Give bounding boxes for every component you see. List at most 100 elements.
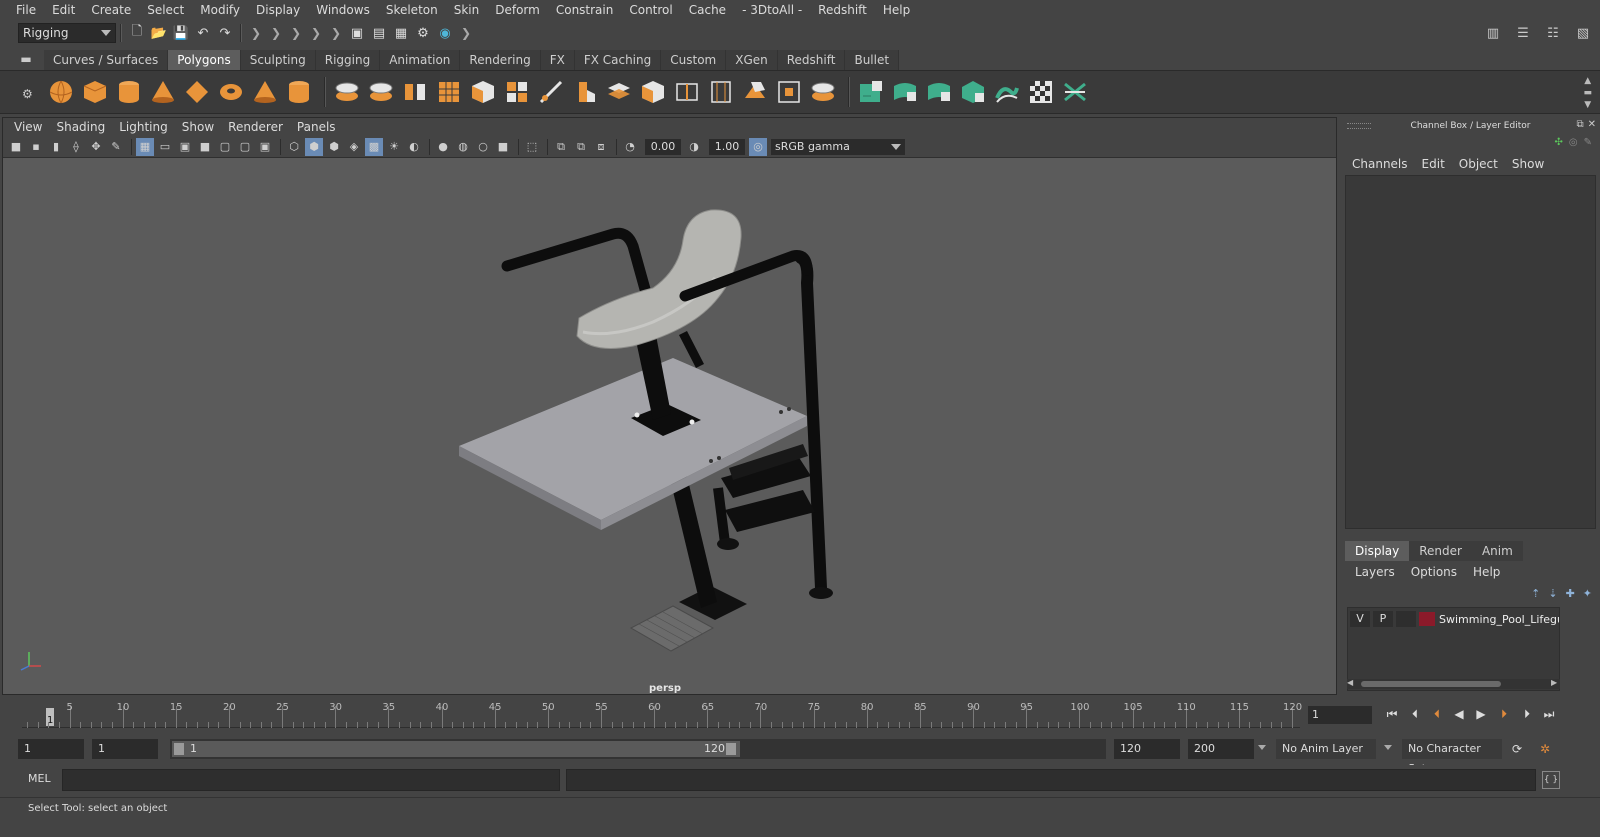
gamma-icon[interactable]: ◑ (685, 138, 703, 156)
layer-name[interactable]: Swimming_Pool_Lifegua (1439, 613, 1559, 626)
new-layer-selected-icon[interactable]: ✦ (1583, 587, 1592, 600)
render-frame-icon[interactable]: ▤ (370, 24, 388, 42)
xray-joints-icon[interactable]: ⧉ (552, 138, 570, 156)
lights-icon[interactable]: ☀ (385, 138, 403, 156)
viewport-menu-panels[interactable]: Panels (290, 120, 343, 134)
safe-action-icon[interactable]: ▢ (236, 138, 254, 156)
viewport-menu-view[interactable]: View (7, 120, 49, 134)
attribute-editor-toggle-icon[interactable]: ☰ (1514, 24, 1532, 42)
quad-draw-icon[interactable] (604, 77, 634, 107)
collapse-handle-icon[interactable]: ❯ (251, 24, 261, 42)
menu-windows[interactable]: Windows (308, 0, 378, 20)
shelf-tab-custom[interactable]: Custom (661, 50, 727, 70)
layer-editor-tab-display[interactable]: Display (1345, 541, 1410, 561)
shelf-tab-polygons[interactable]: Polygons (168, 50, 241, 70)
shadows-icon[interactable]: ◐ (405, 138, 423, 156)
edge-loop-icon[interactable] (672, 77, 702, 107)
chevron-down-icon[interactable] (1258, 745, 1266, 750)
step-forward-frame-icon[interactable]: ⏵ (1518, 704, 1536, 724)
gate-mask-icon[interactable]: ■ (196, 138, 214, 156)
command-input[interactable] (62, 769, 560, 791)
script-editor-icon[interactable]: { } (1542, 771, 1560, 789)
layer-editor-tab-render[interactable]: Render (1409, 541, 1472, 561)
fill-hole-icon[interactable] (740, 77, 770, 107)
uv-tool-icon[interactable] (1060, 77, 1090, 107)
go-to-start-icon[interactable]: ⏮ (1383, 704, 1401, 724)
xray-icon[interactable]: ◈ (345, 138, 363, 156)
auto-uv-icon[interactable] (958, 77, 988, 107)
layer-row[interactable]: V P Swimming_Pool_Lifegua (1350, 610, 1559, 628)
time-slider-track[interactable]: 1 5 10 15 20 25 30 35 40 45 50 55 60 65 70 75 80 85 90 95 1… (22, 700, 1302, 728)
isolate-select-icon[interactable]: ⬚ (523, 138, 541, 156)
xray-active-icon[interactable]: ⧉ (572, 138, 590, 156)
ipr-render-icon[interactable]: ▦ (392, 24, 410, 42)
close-icon[interactable]: ✕ (1588, 119, 1596, 130)
unfold-icon[interactable] (992, 77, 1022, 107)
start-time-field[interactable]: 1 (18, 739, 84, 759)
collapse-handle-icon[interactable]: ❯ (291, 24, 301, 42)
layer-color-swatch[interactable] (1419, 612, 1435, 626)
plane-icon[interactable] (182, 77, 212, 107)
channel-box-toggle-icon[interactable]: ▧ (1574, 24, 1592, 42)
gamma-field[interactable]: 1.00 (709, 138, 745, 155)
menu-help[interactable]: Help (875, 0, 918, 20)
layer-playback-toggle[interactable]: P (1373, 611, 1393, 627)
cone-icon[interactable] (148, 77, 178, 107)
new-layer-icon[interactable]: ✚ (1566, 587, 1575, 600)
viewport-menu-lighting[interactable]: Lighting (112, 120, 175, 134)
mirror-icon[interactable] (400, 77, 430, 107)
extrude-icon[interactable] (570, 77, 600, 107)
step-back-frame-icon[interactable]: ⏴ (1406, 704, 1424, 724)
auto-key-icon[interactable]: ⟳ (1508, 739, 1526, 759)
3d-viewport[interactable]: persp (3, 158, 1336, 694)
menu-3dtoall[interactable]: - 3DtoAll - (734, 0, 810, 20)
menu-display[interactable]: Display (248, 0, 308, 20)
channel-box-menu-object[interactable]: Object (1452, 157, 1505, 171)
layer-editor-menu-layers[interactable]: Layers (1347, 565, 1403, 579)
channel-box-menu-channels[interactable]: Channels (1345, 157, 1415, 171)
menu-create[interactable]: Create (83, 0, 139, 20)
step-back-key-icon[interactable]: ⏴ (1428, 704, 1446, 724)
play-forwards-icon[interactable]: ▶ (1472, 704, 1490, 724)
exposure-icon[interactable]: ◔ (621, 138, 639, 156)
layer-visibility-toggle[interactable]: V (1350, 611, 1370, 627)
shelf-tab-rigging[interactable]: Rigging (315, 50, 381, 70)
playback-start-field[interactable]: 1 (92, 739, 158, 759)
brush-icon[interactable]: ✎ (1584, 137, 1592, 148)
chevron-down-icon[interactable] (1384, 745, 1392, 750)
safe-title-icon[interactable]: ▣ (256, 138, 274, 156)
go-to-end-icon[interactable]: ⏭ (1540, 704, 1558, 724)
channel-box-area[interactable] (1345, 175, 1596, 529)
layer-editor-tab-anim[interactable]: Anim (1471, 541, 1523, 561)
menu-file[interactable]: File (8, 0, 44, 20)
uv-editor-icon[interactable] (856, 77, 886, 107)
save-scene-icon[interactable]: 💾 (172, 24, 190, 42)
field-chart-icon[interactable]: ▢ (216, 138, 234, 156)
ambient-occlusion-icon[interactable]: ● (434, 138, 452, 156)
viewport-menu-shading[interactable]: Shading (49, 120, 112, 134)
layer-editor-menu-options[interactable]: Options (1403, 565, 1465, 579)
2d-pan-zoom-icon[interactable]: ✥ (87, 138, 105, 156)
menu-cache[interactable]: Cache (681, 0, 734, 20)
channel-box-menu-edit[interactable]: Edit (1415, 157, 1452, 171)
image-plane-icon[interactable]: ⟠ (67, 138, 85, 156)
smooth-icon[interactable] (434, 77, 464, 107)
menu-control[interactable]: Control (621, 0, 680, 20)
range-slider-thumb[interactable]: 1 120 (172, 741, 740, 757)
character-set-dropdown[interactable]: No Character Set (1402, 739, 1502, 775)
workspace-icon[interactable]: ▥ (1484, 24, 1502, 42)
collapse-handle-icon[interactable]: ❯ (461, 24, 471, 42)
reduce-icon[interactable] (808, 77, 838, 107)
new-scene-icon[interactable]: 🗋 (128, 24, 146, 42)
layer-list-scrollbar[interactable] (1347, 679, 1560, 689)
multi-cut-icon[interactable] (536, 77, 566, 107)
viewport-menu-renderer[interactable]: Renderer (221, 120, 290, 134)
gear-icon[interactable]: ⚙ (22, 87, 33, 101)
menu-modify[interactable]: Modify (192, 0, 248, 20)
motion-blur-icon[interactable]: ◍ (454, 138, 472, 156)
xray-components-icon[interactable]: ⧈ (592, 138, 610, 156)
channel-box-menu-show[interactable]: Show (1505, 157, 1551, 171)
viewport-menu-show[interactable]: Show (175, 120, 221, 134)
shelf-tab-animation[interactable]: Animation (380, 50, 461, 70)
menu-redshift[interactable]: Redshift (810, 0, 875, 20)
